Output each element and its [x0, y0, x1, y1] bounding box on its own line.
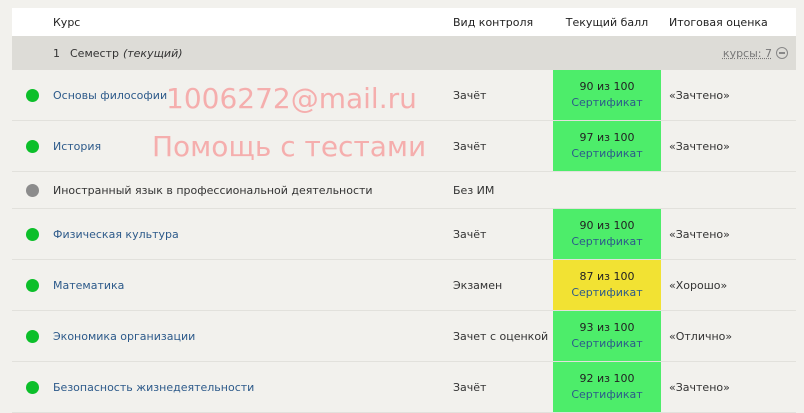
control-type: Зачёт — [453, 88, 487, 102]
header-control: Вид контроля — [453, 15, 534, 29]
status-dot — [26, 88, 39, 102]
header-status-spacer — [12, 8, 53, 36]
score-value: 93 из 100 — [579, 321, 635, 334]
score-box: 97 из 100 Сертификат — [553, 121, 661, 171]
score-empty — [553, 172, 661, 208]
certificate-link[interactable]: Сертификат — [571, 95, 642, 111]
score-box: 93 из 100 Сертификат — [553, 311, 661, 361]
semester-current: (текущий) — [122, 46, 183, 60]
control-type: Зачёт — [453, 139, 487, 153]
certificate-link[interactable]: Сертификат — [571, 146, 642, 162]
grades-table: Курс Вид контроля Текущий балл Итоговая … — [12, 8, 796, 413]
table-row: Физическая культура Зачёт 90 из 100 Серт… — [12, 209, 796, 260]
score-box: 90 из 100 Сертификат — [553, 70, 661, 120]
score-box: 90 из 100 Сертификат — [553, 209, 661, 259]
table-row: Иностранный язык в профессиональной деят… — [12, 172, 796, 209]
collapse-toggle[interactable]: курсы: 7 — [723, 47, 788, 60]
final-grade: «Зачтено» — [669, 139, 730, 153]
watermark-help: Помощь с тестами — [152, 130, 427, 163]
course-link[interactable]: Экономика организации — [53, 330, 195, 343]
certificate-link[interactable]: Сертификат — [571, 387, 642, 403]
certificate-link[interactable]: Сертификат — [571, 234, 642, 250]
score-value: 90 из 100 — [579, 219, 635, 232]
semester-label: Семестр — [70, 46, 119, 60]
control-type: Зачёт — [453, 380, 487, 394]
header-score: Текущий балл — [565, 15, 649, 29]
score-box: 92 из 100 Сертификат — [553, 362, 661, 412]
status-dot — [26, 329, 39, 343]
course-name: Иностранный язык в профессиональной деят… — [53, 183, 373, 197]
score-box: 87 из 100 Сертификат — [553, 260, 661, 310]
table-row: Безопасность жизнедеятельности Зачёт 92 … — [12, 362, 796, 413]
header-final: Итоговая оценка — [669, 15, 768, 29]
header-course: Курс — [53, 15, 81, 29]
status-dot — [26, 380, 39, 394]
status-dot — [26, 227, 39, 241]
course-link[interactable]: Физическая культура — [53, 228, 179, 241]
score-value: 97 из 100 — [579, 131, 635, 144]
final-grade: «Хорошо» — [669, 278, 728, 292]
score-value: 92 из 100 — [579, 372, 635, 385]
certificate-link[interactable]: Сертификат — [571, 285, 642, 301]
course-link[interactable]: История — [53, 140, 101, 153]
table-row: Экономика организации Зачет с оценкой 93… — [12, 311, 796, 362]
course-link[interactable]: Основы философии — [53, 89, 167, 102]
final-grade: «Зачтено» — [669, 88, 730, 102]
status-dot — [26, 278, 39, 292]
control-type: Зачёт — [453, 227, 487, 241]
watermark-email: 1006272@mail.ru — [166, 82, 417, 115]
certificate-link[interactable]: Сертификат — [571, 336, 642, 352]
table-row: Математика Экзамен 87 из 100 Сертификат … — [12, 260, 796, 311]
control-type: Экзамен — [453, 278, 503, 292]
semester-row[interactable]: 1 Семестр (текущий) курсы: 7 — [12, 36, 796, 70]
score-value: 87 из 100 — [579, 270, 635, 283]
final-grade: «Отлично» — [669, 329, 733, 343]
course-link[interactable]: Безопасность жизнедеятельности — [53, 381, 254, 394]
control-type: Без ИМ — [453, 183, 495, 197]
final-grade — [669, 172, 796, 208]
final-grade: «Зачтено» — [669, 380, 730, 394]
status-dot — [26, 183, 39, 197]
course-link[interactable]: Математика — [53, 279, 124, 292]
courses-count-link[interactable]: курсы: 7 — [723, 47, 772, 60]
final-grade: «Зачтено» — [669, 227, 730, 241]
status-dot — [26, 139, 39, 153]
collapse-minus-icon[interactable] — [776, 47, 788, 59]
score-value: 90 из 100 — [579, 80, 635, 93]
semester-number: 1 — [53, 46, 60, 60]
control-type: Зачет с оценкой — [453, 329, 549, 343]
table-header: Курс Вид контроля Текущий балл Итоговая … — [12, 8, 796, 36]
